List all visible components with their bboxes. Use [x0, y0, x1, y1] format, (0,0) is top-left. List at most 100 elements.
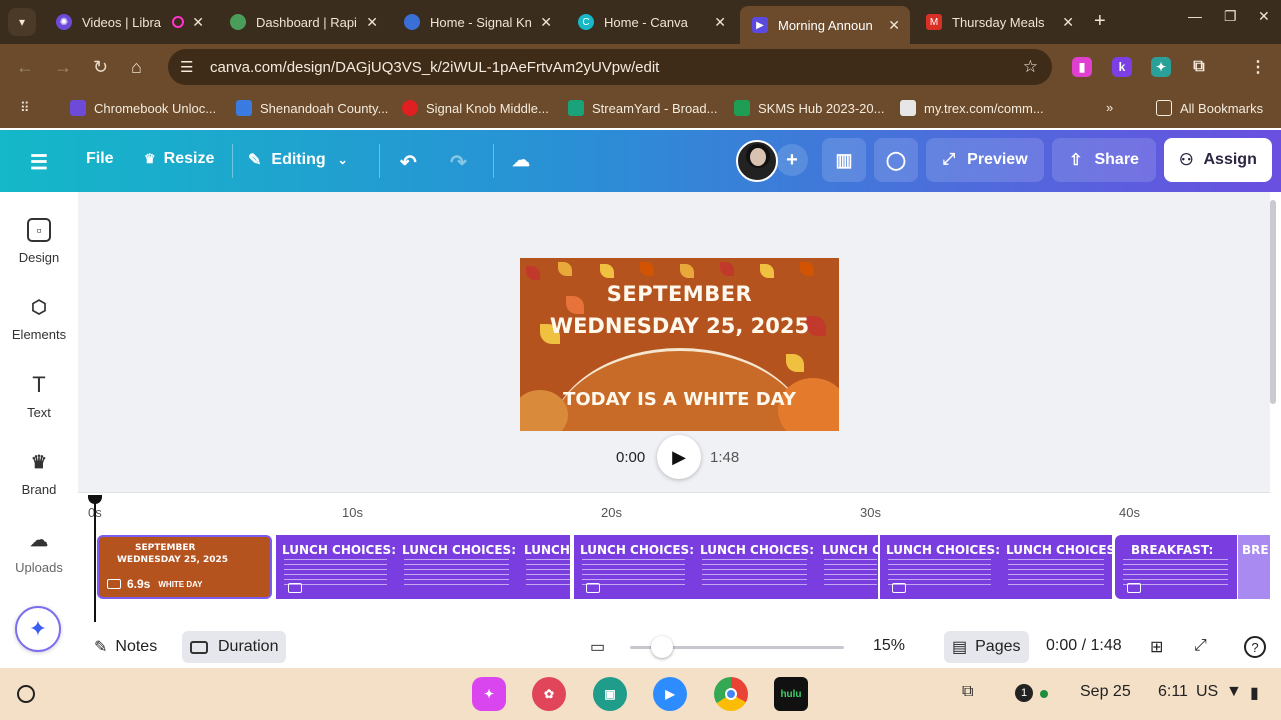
bookmark-streamyard[interactable]: StreamYard - Broad...: [568, 100, 717, 116]
shelf-time[interactable]: 6:11: [1158, 683, 1188, 701]
file-menu[interactable]: File: [86, 150, 114, 168]
timeline-clip[interactable]: LUNCH CHOICES:: [1000, 535, 1112, 599]
extension-video-icon[interactable]: ▮: [1072, 57, 1092, 77]
chrome-icon[interactable]: [714, 677, 748, 711]
comment-icon[interactable]: ◯: [874, 138, 918, 182]
bookmark-star-icon[interactable]: ☆: [1023, 57, 1038, 77]
timeline-clip[interactable]: LUNCH CHOICES:: [276, 535, 396, 599]
preview-button[interactable]: ⤢ Preview: [926, 138, 1044, 182]
timeline-tick: 30s: [860, 505, 881, 520]
play-icon[interactable]: ▶: [657, 435, 701, 479]
avatar[interactable]: [736, 140, 778, 182]
timeline-clip[interactable]: BRE: [1238, 535, 1270, 599]
extensions-icon[interactable]: ⧉: [1189, 57, 1209, 77]
timeline-clip[interactable]: LUNCH CHOICES:: [694, 535, 816, 599]
bookmark-shenandoah[interactable]: Shenandoah County...: [236, 100, 388, 116]
extension-k-icon[interactable]: k: [1112, 57, 1132, 77]
page-thumbnail-icon[interactable]: ▭: [590, 637, 605, 657]
tab-videos[interactable]: ✺ Videos | Libra ✕: [44, 6, 214, 38]
resize-button[interactable]: ♛ Resize: [144, 150, 214, 168]
cloud-saved-icon[interactable]: ☁: [512, 150, 530, 171]
sidebar-item-text[interactable]: T Text: [0, 372, 78, 420]
home-icon[interactable]: ⌂: [131, 57, 142, 78]
app-zoom-icon[interactable]: ▶: [653, 677, 687, 711]
timeline-clip[interactable]: LUNCH CHO: [816, 535, 878, 599]
close-tab-icon[interactable]: ✕: [1062, 14, 1074, 31]
timeline-clip[interactable]: LUNCH CHOICES:: [880, 535, 1000, 599]
extension-puzzle-color-icon[interactable]: ✦: [1151, 57, 1171, 77]
slide-preview[interactable]: SEPTEMBER WEDNESDAY 25, 2025 TODAY IS A …: [520, 258, 839, 431]
close-tab-icon[interactable]: ✕: [366, 14, 378, 31]
back-icon[interactable]: ←: [16, 57, 34, 78]
new-tab-button[interactable]: +: [1094, 10, 1106, 33]
close-tab-icon[interactable]: ✕: [540, 14, 552, 31]
insights-icon[interactable]: ▥: [822, 138, 866, 182]
fullscreen-icon[interactable]: ⤢: [1194, 637, 1207, 655]
all-bookmarks[interactable]: All Bookmarks: [1156, 100, 1263, 116]
bookmark-trex[interactable]: my.trex.com/comm...: [900, 100, 1044, 116]
add-collaborator-icon[interactable]: +: [776, 144, 808, 176]
clip-body-text: [702, 559, 807, 585]
duration-button[interactable]: Duration: [182, 631, 287, 663]
site-info-icon[interactable]: ☰: [180, 58, 198, 76]
forward-icon[interactable]: →: [54, 57, 72, 78]
timeline-clip[interactable]: BREAKFAST:: [1115, 535, 1237, 599]
bookmark-skms-hub[interactable]: SKMS Hub 2023-20...: [734, 100, 884, 116]
undo-icon[interactable]: ↶: [400, 150, 417, 175]
shelf-locale[interactable]: US: [1196, 683, 1218, 701]
close-tab-icon[interactable]: ✕: [888, 17, 900, 34]
shelf-date[interactable]: Sep 25: [1080, 683, 1131, 701]
restore-icon[interactable]: ❐: [1224, 8, 1237, 25]
minimize-icon[interactable]: —: [1188, 8, 1202, 24]
pages-button[interactable]: ▤ Pages: [944, 631, 1029, 663]
notification-count[interactable]: 1: [1015, 684, 1033, 702]
redo-icon[interactable]: ↷: [450, 150, 467, 175]
tab-thursday-meals[interactable]: M Thursday Meals ✕: [914, 6, 1084, 38]
close-tab-icon[interactable]: ✕: [192, 14, 204, 31]
bookmark-signal-knob[interactable]: Signal Knob Middle...: [402, 100, 549, 116]
sidebar-item-elements[interactable]: ⬡ Elements: [0, 295, 78, 343]
app-hulu-icon[interactable]: hulu: [774, 677, 808, 711]
sidebar-item-uploads[interactable]: ☁ Uploads: [0, 528, 78, 576]
sidebar-item-design[interactable]: ▫ Design: [0, 218, 78, 265]
bookmarks-overflow-icon[interactable]: »: [1106, 100, 1113, 115]
tab-canva-home[interactable]: C Home - Canva ✕: [566, 6, 736, 38]
timeline-clip-selected[interactable]: SEPTEMBER WEDNESDAY 25, 2025 6.9s WHITE …: [97, 535, 272, 599]
zoom-slider-handle[interactable]: [651, 636, 673, 658]
main-menu-icon[interactable]: ☰: [30, 150, 48, 175]
clip-title: BRE: [1242, 543, 1269, 557]
holding-space-icon[interactable]: ⧉: [962, 683, 973, 701]
reload-icon[interactable]: ↻: [93, 57, 108, 78]
timeline-playhead[interactable]: [94, 498, 96, 622]
assign-button[interactable]: ⚇ Assign: [1164, 138, 1272, 182]
close-tab-icon[interactable]: ✕: [714, 14, 726, 31]
timeline-clip[interactable]: LUNCH CHOICES:: [574, 535, 694, 599]
app-sparkle-icon[interactable]: ✦: [472, 677, 506, 711]
apps-icon[interactable]: ⠿: [20, 100, 30, 116]
close-window-icon[interactable]: ✕: [1258, 8, 1270, 25]
tab-dashboard[interactable]: Dashboard | Rapi ✕: [218, 6, 388, 38]
wifi-icon[interactable]: ▼: [1226, 683, 1242, 701]
notes-button[interactable]: ✎ Notes: [94, 637, 157, 657]
grid-view-icon[interactable]: ⊞: [1150, 637, 1163, 657]
launcher-icon[interactable]: [17, 685, 35, 703]
app-classroom-icon[interactable]: ▣: [593, 677, 627, 711]
timeline-clip[interactable]: LUNCH CH: [518, 535, 570, 599]
browser-menu-icon[interactable]: ⋮: [1248, 57, 1268, 77]
zoom-level[interactable]: 15%: [873, 637, 905, 655]
sidebar-item-brand[interactable]: ♛ Brand: [0, 450, 78, 498]
magic-assistant-button[interactable]: ✦: [15, 606, 61, 652]
help-icon[interactable]: ?: [1244, 636, 1266, 658]
share-button[interactable]: ⇧ Share: [1052, 138, 1156, 182]
tab-morning-announcements[interactable]: ▶ Morning Announ ✕: [740, 6, 910, 44]
tab-search-icon[interactable]: ▾: [8, 8, 36, 36]
bookmark-chromebook[interactable]: Chromebook Unloc...: [70, 100, 216, 116]
scrollbar[interactable]: [1270, 200, 1276, 404]
tab-signal-knob[interactable]: Home - Signal Kn ✕: [392, 6, 562, 38]
address-bar[interactable]: ☰ canva.com/design/DAGjUQ3VS_k/2iWUL-1pA…: [168, 49, 1052, 85]
editing-mode-dropdown[interactable]: ✎ Editing ⌄: [248, 150, 348, 170]
timeline-clip[interactable]: LUNCH CHOICES:: [396, 535, 518, 599]
canva-sidebar: ▫ Design ⬡ Elements T Text ♛ Brand ☁ Upl…: [0, 192, 78, 668]
battery-icon[interactable]: ▮: [1250, 683, 1259, 703]
app-palette-icon[interactable]: ✿: [532, 677, 566, 711]
